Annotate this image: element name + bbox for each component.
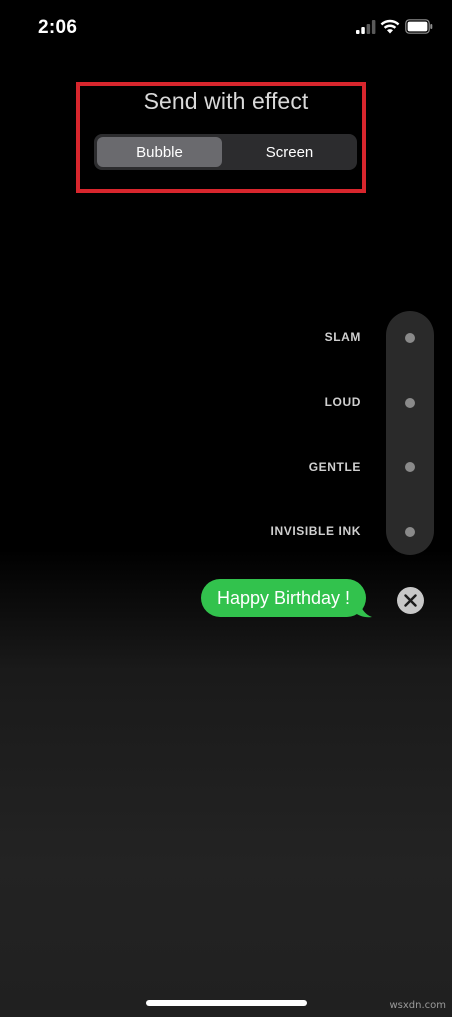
effect-picker-title: Send with effect [143, 88, 309, 114]
effect-label-slam[interactable]: SLAM [325, 330, 361, 344]
battery-icon [405, 19, 433, 34]
effect-option-loud[interactable] [405, 398, 415, 408]
effect-type-segmented-control: Bubble Screen [94, 134, 357, 170]
message-bubble: Happy Birthday ! [201, 579, 366, 617]
close-icon [404, 594, 417, 607]
effect-option-gentle[interactable] [405, 462, 415, 472]
status-time: 2:06 [38, 17, 78, 38]
tab-bubble[interactable]: Bubble [97, 137, 222, 167]
status-bar: 2:06 [0, 0, 452, 56]
effect-label-invisible-ink[interactable]: INVISIBLE INK [271, 524, 361, 538]
effect-option-invisible-ink[interactable] [405, 527, 415, 537]
bubble-effects-track [386, 311, 434, 555]
cancel-effect-button[interactable] [397, 587, 424, 614]
watermark-text: wsxdn.com [389, 1000, 446, 1011]
effect-option-slam[interactable] [405, 333, 415, 343]
effect-label-gentle[interactable]: GENTLE [309, 460, 361, 474]
wifi-icon [380, 19, 400, 34]
tab-screen[interactable]: Screen [225, 137, 354, 167]
cellular-signal-icon [356, 20, 376, 34]
effect-label-loud[interactable]: LOUD [325, 395, 361, 409]
home-indicator[interactable] [146, 1000, 307, 1006]
message-bubble-tail [354, 604, 372, 618]
